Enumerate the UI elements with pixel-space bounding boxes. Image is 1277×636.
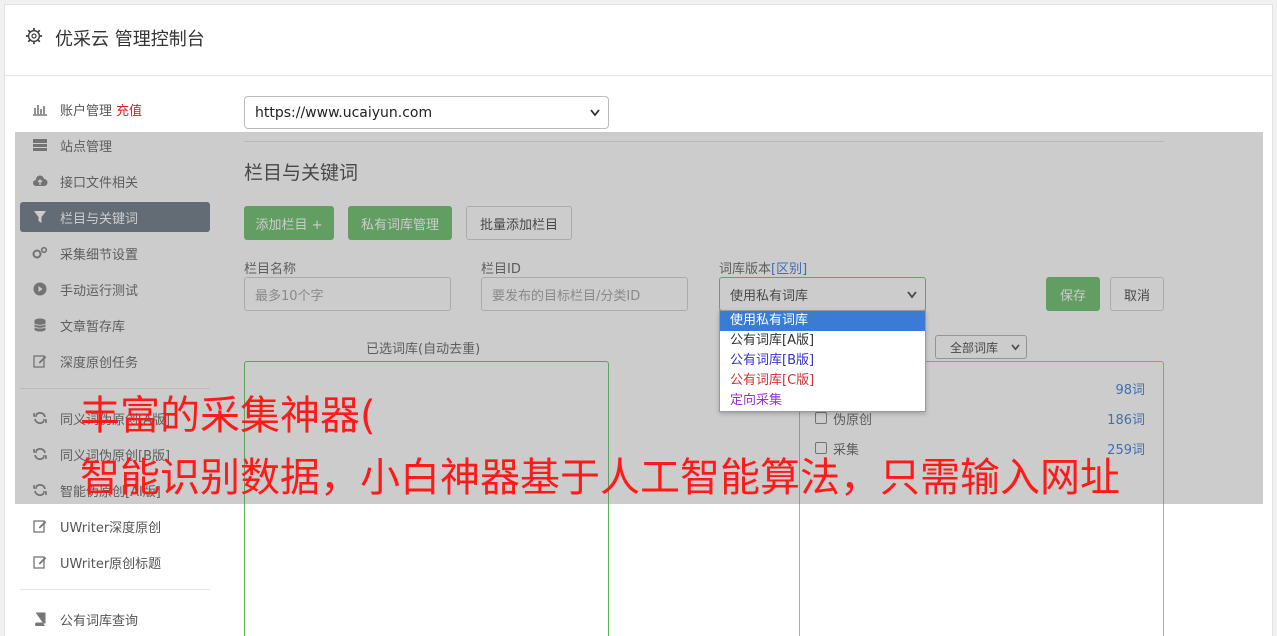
library-count: 186词: [1107, 412, 1145, 428]
book-icon: [32, 611, 48, 627]
page-header: 优采云 管理控制台: [5, 5, 1272, 76]
save-button[interactable]: 保存: [1046, 277, 1100, 311]
edit-icon: [32, 518, 48, 534]
sidebar-item-collect-settings[interactable]: 采集细节设置: [20, 238, 210, 268]
dropdown-option-public-a[interactable]: 公有词库[A版]: [720, 331, 925, 351]
server-icon: [32, 137, 48, 153]
add-column-button[interactable]: 添加栏目 +: [244, 206, 334, 240]
sidebar: 账户管理 充值 站点管理 接口文件相关 栏目与关键词 采集细节设置 手动运行测试…: [20, 94, 210, 636]
library-version-select[interactable]: 使用私有词库: [719, 277, 926, 311]
recharge-link[interactable]: 充值: [116, 100, 142, 119]
sidebar-item-uwriter-deep[interactable]: UWriter深度原创: [20, 511, 210, 541]
sidebar-item-article-store[interactable]: 文章暂存库: [20, 310, 210, 340]
edit-icon: [32, 554, 48, 570]
library-filter-value: 全部词库: [950, 340, 999, 355]
library-checkbox[interactable]: [815, 442, 827, 454]
dropdown-option-targeted[interactable]: 定向采集: [720, 391, 925, 411]
site-select-value: https://www.ucaiyun.com: [255, 104, 433, 121]
filter-icon: [32, 209, 48, 225]
private-library-button[interactable]: 私有词库管理: [348, 206, 452, 240]
chevron-down-icon: [590, 109, 600, 117]
sidebar-item-sites[interactable]: 站点管理: [20, 130, 210, 160]
database-icon: [32, 317, 48, 333]
bar-chart-icon: [32, 101, 48, 117]
refresh-icon: [32, 482, 48, 498]
column-name-input[interactable]: 最多10个字: [244, 277, 451, 311]
sidebar-divider: [20, 388, 210, 389]
cogs-icon: [32, 245, 48, 261]
site-select[interactable]: https://www.ucaiyun.com: [244, 96, 609, 129]
sidebar-item-deep-original[interactable]: 深度原创任务: [20, 346, 210, 376]
dropdown-option-public-b[interactable]: 公有词库[B版]: [720, 351, 925, 371]
library-filter-select[interactable]: 全部词库: [935, 335, 1027, 359]
column-id-label: 栏目ID: [481, 262, 521, 277]
library-version-value: 使用私有词库: [730, 288, 809, 304]
sidebar-item-columns[interactable]: 栏目与关键词: [20, 202, 210, 232]
column-id-input[interactable]: 要发布的目标栏目/分类ID: [481, 277, 688, 311]
sidebar-item-interface[interactable]: 接口文件相关: [20, 166, 210, 196]
gear-icon: [25, 27, 43, 45]
sidebar-item-label: 账户管理: [60, 103, 113, 119]
sidebar-item-label: UWriter原创标题: [60, 556, 162, 572]
refresh-icon: [32, 410, 48, 426]
sidebar-item-label: 文章暂存库: [60, 319, 126, 335]
section-title: 栏目与关键词: [244, 162, 359, 184]
sidebar-item-public-lib[interactable]: 公有词库查询: [20, 604, 210, 634]
sidebar-item-manual-test[interactable]: 手动运行测试: [20, 274, 210, 304]
promo-banner-line1: 丰富的采集神器(: [80, 393, 376, 439]
dropdown-option-public-c[interactable]: 公有词库[C版]: [720, 371, 925, 391]
play-circle-icon: [32, 281, 48, 297]
sidebar-item-label: 栏目与关键词: [60, 211, 139, 227]
library-checkbox[interactable]: [815, 412, 827, 424]
sidebar-item-label: 采集细节设置: [60, 247, 139, 263]
difference-link[interactable]: [区别]: [771, 262, 807, 277]
selected-library-label: 已选词库(自动去重): [366, 342, 481, 357]
sidebar-item-label: 手动运行测试: [60, 283, 139, 299]
library-version-dropdown[interactable]: 使用私有词库 公有词库[A版] 公有词库[B版] 公有词库[C版] 定向采集: [719, 310, 926, 412]
sidebar-item-uwriter-title[interactable]: UWriter原创标题: [20, 547, 210, 577]
sidebar-item-label: 接口文件相关: [60, 175, 139, 191]
chevron-down-icon: [1011, 344, 1020, 351]
sidebar-item-label: 深度原创任务: [60, 355, 139, 371]
chevron-down-icon: [907, 291, 917, 299]
column-name-label: 栏目名称: [244, 262, 297, 277]
refresh-icon: [32, 446, 48, 462]
edit-icon: [32, 353, 48, 369]
page-title: 优采云 管理控制台: [55, 29, 205, 50]
promo-banner-line2: 智能识别数据，小白神器基于人工智能算法，只需输入网址: [80, 455, 1120, 501]
library-version-label: 词库版本[区别]: [719, 258, 807, 277]
sidebar-item-label: UWriter深度原创: [60, 520, 162, 536]
dropdown-option-private[interactable]: 使用私有词库: [720, 311, 925, 331]
batch-add-column-button[interactable]: 批量添加栏目: [466, 206, 572, 240]
sidebar-item-label: 站点管理: [60, 139, 113, 155]
sidebar-divider: [20, 589, 210, 590]
cancel-button[interactable]: 取消: [1110, 277, 1164, 311]
sidebar-item-account[interactable]: 账户管理 充值: [20, 94, 210, 124]
library-count: 98词: [1115, 382, 1145, 398]
library-version-text: 词库版本: [719, 262, 772, 277]
divider: [244, 141, 1164, 142]
cloud-upload-icon: [32, 173, 48, 189]
sidebar-item-label: 公有词库查询: [60, 613, 139, 629]
